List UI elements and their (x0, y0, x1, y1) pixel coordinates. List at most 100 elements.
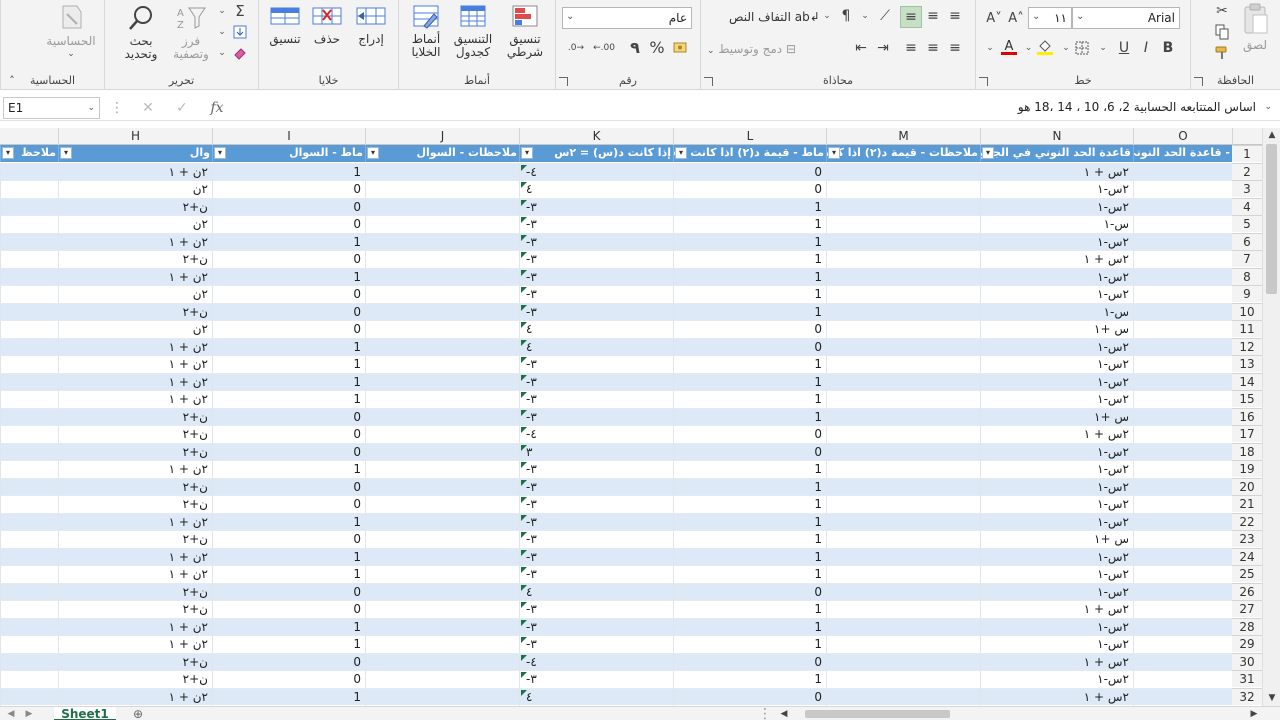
row-header[interactable]: 6 (1232, 232, 1262, 250)
font-color-dropdown[interactable]: ⌄ (984, 38, 996, 58)
cell-i[interactable]: 0 (212, 601, 365, 618)
cell-styles-button[interactable]: أنماط الخلايا (403, 4, 449, 59)
cell-l[interactable]: 0 (673, 181, 826, 198)
cell-h[interactable]: ٢ن + ١ (58, 338, 212, 356)
cell-m[interactable] (826, 513, 980, 531)
cell-h[interactable]: ن+٢ (58, 426, 212, 443)
cell-o[interactable] (1133, 618, 1232, 636)
cell-j[interactable] (365, 268, 519, 286)
cell-h[interactable]: ن+٢ (58, 671, 212, 688)
cell-o[interactable] (1133, 513, 1232, 531)
column-header-j[interactable]: J (365, 128, 519, 145)
cell-h[interactable]: ن+٢ (58, 198, 212, 216)
cell-l[interactable]: 1 (673, 548, 826, 566)
row-header[interactable]: 13 (1232, 355, 1262, 372)
cell-l[interactable]: 1 (673, 233, 826, 251)
cell-i[interactable]: 0 (212, 671, 365, 688)
cell-g[interactable] (0, 373, 58, 391)
cell-i[interactable]: 0 (212, 583, 365, 601)
cell-g[interactable] (0, 496, 58, 513)
column-header-m[interactable]: M (826, 128, 980, 145)
cell-l[interactable]: 1 (673, 373, 826, 391)
font-color-button[interactable]: A (998, 36, 1020, 58)
cell-k[interactable]: ٤- (519, 653, 673, 671)
cell-i[interactable]: 1 (212, 636, 365, 653)
cell-n[interactable]: ٢س-١ (980, 513, 1133, 531)
cell-i[interactable]: 1 (212, 566, 365, 583)
cell-l[interactable]: 0 (673, 338, 826, 356)
clear-dropdown[interactable]: ⌄ (217, 44, 227, 62)
row-header[interactable]: 2 (1232, 162, 1262, 180)
cell-i[interactable]: 0 (212, 286, 365, 303)
column-header-k[interactable]: K (519, 128, 673, 145)
cell-m[interactable] (826, 251, 980, 268)
filter-dropdown-icon[interactable]: ▾ (828, 147, 840, 159)
cell-k[interactable]: ٣- (519, 216, 673, 233)
number-format-select[interactable]: عام ⌄ (562, 7, 692, 29)
comma-button[interactable]: ٩ (626, 36, 644, 58)
cell-m[interactable] (826, 618, 980, 636)
add-sheet-button[interactable]: ⊕ (130, 707, 146, 720)
cancel-entry-button[interactable]: ✕ (138, 98, 158, 118)
orientation-dropdown[interactable]: ⌄ (859, 6, 871, 26)
cell-i[interactable]: 1 (212, 618, 365, 636)
cell-g[interactable] (0, 338, 58, 356)
cell-n[interactable]: ٢س-١ (980, 443, 1133, 461)
cell-o[interactable] (1133, 443, 1232, 461)
font-launcher[interactable] (979, 77, 988, 86)
column-header-l[interactable]: L (673, 128, 826, 145)
cell-o[interactable] (1133, 478, 1232, 496)
cell-k[interactable]: ٤ (519, 181, 673, 198)
confirm-entry-button[interactable]: ✓ (172, 98, 192, 118)
cell-j[interactable] (365, 636, 519, 653)
cell-j[interactable] (365, 688, 519, 706)
cell-g[interactable] (0, 531, 58, 548)
cell-g[interactable] (0, 671, 58, 688)
cell-n[interactable]: ٢س-١ (980, 286, 1133, 303)
cell-h[interactable]: ٢ن + ١ (58, 513, 212, 531)
row-header[interactable]: 30 (1232, 652, 1262, 670)
cell-k[interactable]: ٣ (519, 443, 673, 461)
cell-i[interactable]: 0 (212, 496, 365, 513)
cell-k[interactable]: ٤- (519, 426, 673, 443)
cell-j[interactable] (365, 461, 519, 478)
filter-dropdown-icon[interactable]: ▾ (367, 147, 379, 159)
cell-j[interactable] (365, 233, 519, 251)
cell-g[interactable] (0, 286, 58, 303)
cell-j[interactable] (365, 373, 519, 391)
cell-i[interactable]: 1 (212, 461, 365, 478)
align-right-button[interactable]: ≡ (945, 38, 965, 58)
cell-o[interactable] (1133, 233, 1232, 251)
filter-dropdown-icon[interactable]: ▾ (675, 147, 687, 159)
cell-n[interactable]: ٢س-١ (980, 548, 1133, 566)
row-header[interactable]: 11 (1232, 320, 1262, 337)
cell-o[interactable] (1133, 391, 1232, 408)
cell-i[interactable]: 0 (212, 303, 365, 321)
row-header[interactable]: 15 (1232, 390, 1262, 407)
cell-k[interactable]: ٣- (519, 496, 673, 513)
cell-h[interactable]: ن+٢ (58, 408, 212, 426)
cell-i[interactable]: 0 (212, 251, 365, 268)
row-header[interactable]: 29 (1232, 635, 1262, 652)
header-cell-m[interactable]: ملاحظات - قيمة د(٢) اذا كانت د(س) (826, 145, 980, 162)
cell-g[interactable] (0, 268, 58, 286)
font-size-select[interactable]: ١١ ⌄ (1028, 7, 1072, 29)
percent-button[interactable]: % (648, 36, 666, 58)
cell-n[interactable]: ٢س-١ (980, 181, 1133, 198)
cell-j[interactable] (365, 391, 519, 408)
cell-i[interactable]: 1 (212, 373, 365, 391)
cell-n[interactable]: ٢س-١ (980, 496, 1133, 513)
cell-m[interactable] (826, 391, 980, 408)
increase-decimal-button[interactable]: ←.00 (592, 38, 616, 58)
tab-splitter[interactable]: ⋮ (758, 706, 772, 720)
cell-m[interactable] (826, 408, 980, 426)
decrease-decimal-button[interactable]: .0→ (564, 38, 588, 58)
cell-l[interactable]: 1 (673, 496, 826, 513)
row-header[interactable]: 10 (1232, 302, 1262, 320)
cell-o[interactable] (1133, 338, 1232, 356)
cell-h[interactable]: ن+٢ (58, 478, 212, 496)
format-cells-button[interactable]: تنسيق (263, 4, 307, 46)
cell-j[interactable] (365, 321, 519, 338)
cell-j[interactable] (365, 618, 519, 636)
find-select-button[interactable]: بحث وتحديد (117, 4, 165, 61)
